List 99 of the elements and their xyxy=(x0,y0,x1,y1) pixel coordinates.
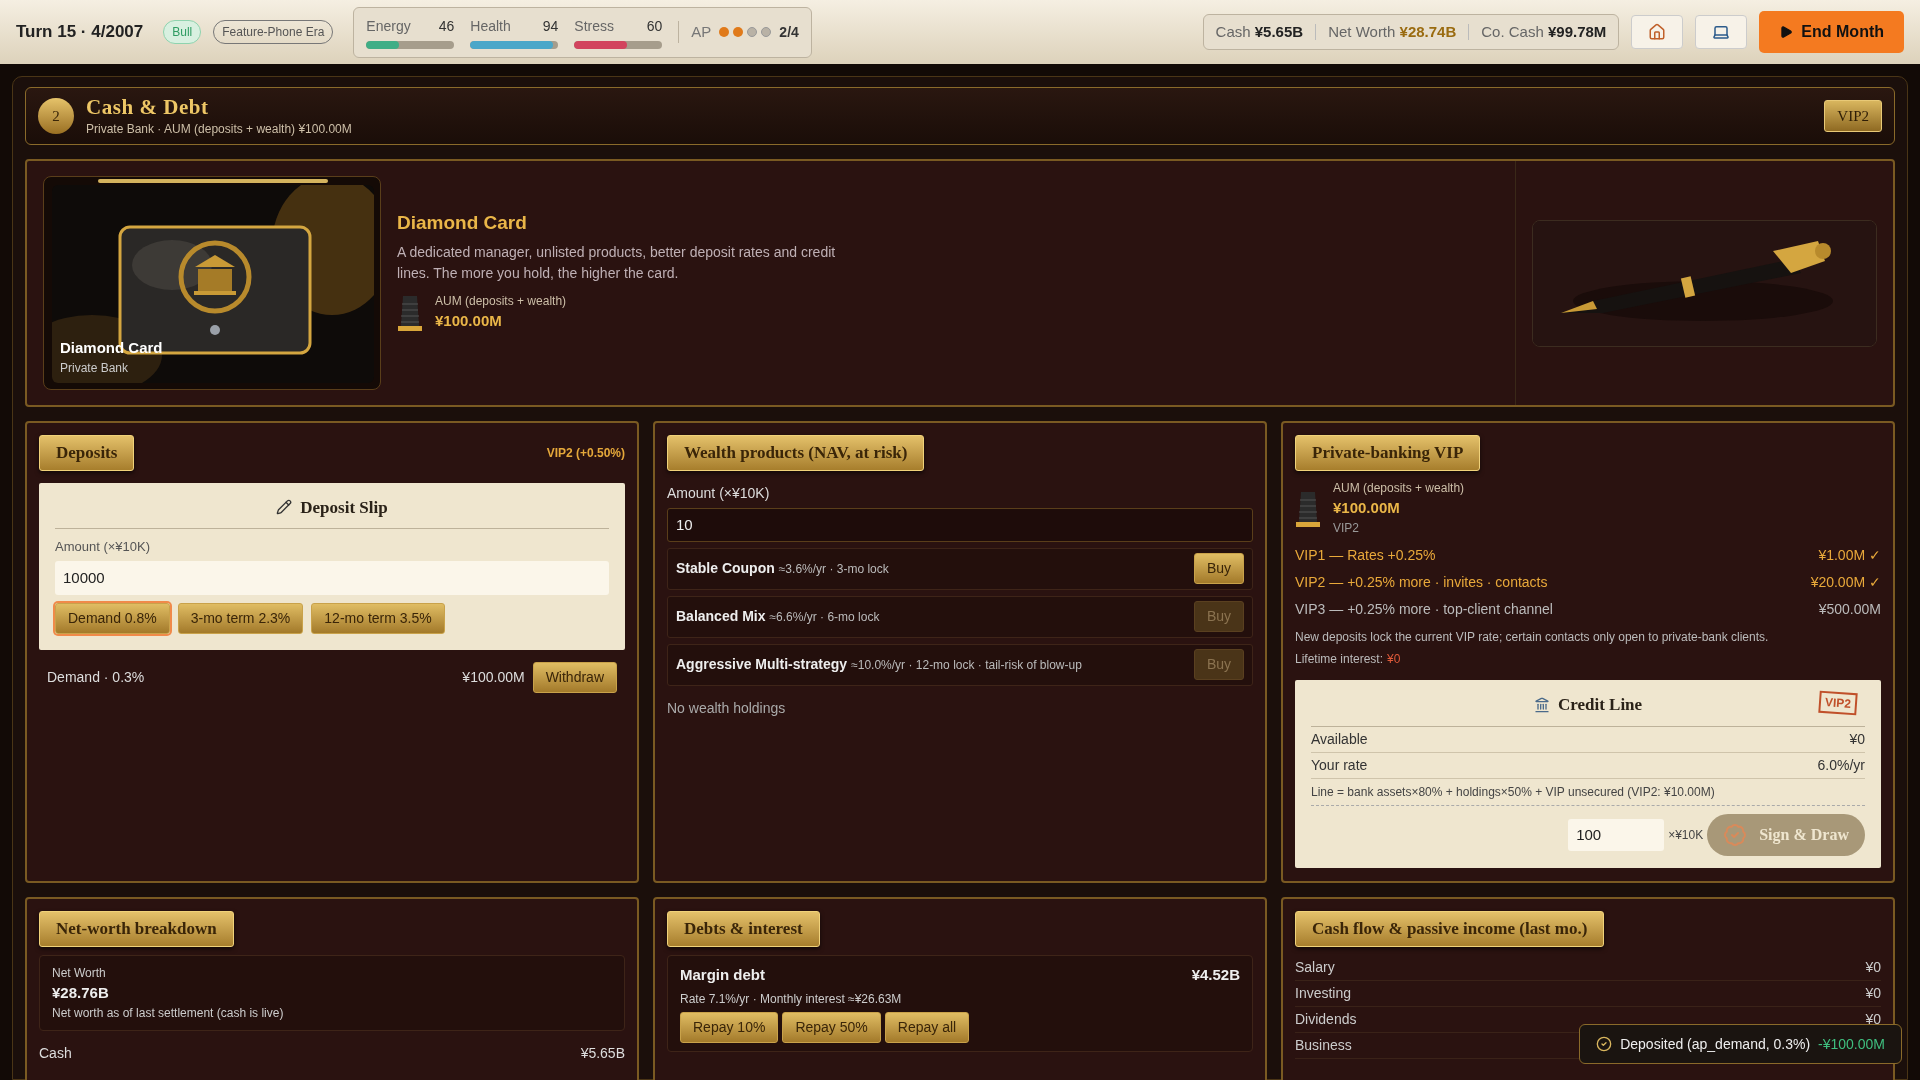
tier-label: VIP3 — +0.25% more · top-client channel xyxy=(1295,600,1553,619)
withdraw-button[interactable]: Withdraw xyxy=(532,661,617,693)
product-name: Balanced Mix xyxy=(676,607,766,626)
panel-title: Wealth products (NAV, at risk) xyxy=(667,435,925,471)
stat-label: Energy xyxy=(366,16,411,36)
finance-item: Net Worth ¥28.74B xyxy=(1328,21,1457,42)
product-name: Stable Coupon xyxy=(676,559,775,578)
aum-value: ¥100.00M xyxy=(1333,497,1401,518)
seal-icon xyxy=(1723,822,1748,847)
stat-value: 60 xyxy=(646,16,663,36)
row-label: Cash xyxy=(39,1044,72,1063)
card-title: Diamond Card xyxy=(60,337,163,358)
hero-title: Diamond Card xyxy=(397,211,528,235)
bank-icon xyxy=(1533,696,1550,713)
vip-stamp: VIP2 xyxy=(1818,690,1858,716)
repay-button[interactable]: Repay 50% xyxy=(782,1012,881,1043)
section-subtitle: Private Bank · AUM (deposits + wealth) ¥100.00M xyxy=(86,121,352,139)
lifetime-label: Lifetime interest: xyxy=(1295,651,1384,668)
tier-threshold: ¥1.00M ✓ xyxy=(1818,546,1881,565)
product-details: ≈10.0%/yr · 12-mo lock · tail-risk of blow-up xyxy=(851,656,1082,674)
laptop-icon xyxy=(1712,23,1731,41)
credit-title: Credit Line xyxy=(1557,694,1643,716)
finance-item: Co. Cash ¥99.78M xyxy=(1481,21,1607,42)
row-label: Dividends xyxy=(1295,1009,1357,1029)
deposit-option-button[interactable]: 3-mo term 2.3% xyxy=(177,602,304,634)
stat-value: 46 xyxy=(438,16,455,36)
row-value: ¥5.65B xyxy=(580,1044,625,1063)
tier-label: VIP1 — Rates +0.25% xyxy=(1295,546,1436,565)
tier-threshold: ¥500.00M xyxy=(1818,600,1881,619)
card-subtitle: Private Bank xyxy=(60,360,130,377)
repay-button[interactable]: Repay 10% xyxy=(680,1012,779,1043)
home-icon xyxy=(1648,23,1667,41)
ap-label: AP xyxy=(691,21,712,42)
turn-label: Turn 15 · 4/2007 xyxy=(16,21,144,44)
end-month-button[interactable]: End Month xyxy=(1759,11,1904,53)
finance-item: Cash ¥5.65B xyxy=(1215,21,1304,42)
row-value: ¥0 xyxy=(1865,983,1881,1003)
panel-title: Net-worth breakdown xyxy=(39,911,234,947)
slip-title: Deposit Slip xyxy=(300,496,388,519)
stat-value: 94 xyxy=(542,16,559,36)
row-label: Investing xyxy=(1295,983,1352,1003)
laptop-button[interactable] xyxy=(1695,15,1748,49)
section-number: 2 xyxy=(38,98,74,134)
row-value: ¥0 xyxy=(1865,1009,1881,1029)
panel-title: Deposits xyxy=(39,435,135,471)
holding-value: ¥100.00M xyxy=(462,667,525,687)
credit-value: ¥0 xyxy=(1849,729,1865,749)
debt-details: Rate 7.1%/yr · Monthly interest ≈¥26.63M xyxy=(680,991,903,1008)
row-label: Business xyxy=(1295,1035,1352,1055)
credit-label: Available xyxy=(1311,729,1368,749)
summary-label: Net Worth xyxy=(52,964,107,982)
amount-label: Amount (×¥10K) xyxy=(55,538,152,556)
vip-badge: VIP2 xyxy=(1824,99,1882,133)
credit-label: Your rate xyxy=(1311,755,1368,775)
section-title: Cash & Debt xyxy=(86,93,210,121)
aum-label: AUM (deposits + wealth) xyxy=(1333,479,1465,497)
tier-threshold: ¥20.00M ✓ xyxy=(1810,573,1881,592)
credit-formula: Line = bank assets×80% + holdings×50% + VIP unsecured (VIP2: ¥10.00M) xyxy=(1311,778,1865,806)
ap-count: 2/4 xyxy=(779,22,799,42)
product-name: Aggressive Multi-strategy xyxy=(676,655,848,674)
play-icon xyxy=(1779,25,1794,39)
product-details: ≈6.6%/yr · 6-mo lock xyxy=(769,608,880,626)
unit-label: ×¥10K xyxy=(1668,826,1704,844)
pencil-icon xyxy=(276,499,293,516)
deposit-option-button[interactable]: 12-mo term 3.5% xyxy=(311,602,445,634)
amount-field[interactable]: 10000 xyxy=(55,560,609,595)
tier-label: VIP2 — +0.25% more · invites · contacts xyxy=(1295,573,1548,592)
stat-label: Stress xyxy=(574,16,614,36)
aum-label: AUM (deposits + wealth) xyxy=(435,292,567,310)
product-details: ≈3.6%/yr · 3-mo lock xyxy=(778,560,889,578)
home-button[interactable] xyxy=(1631,15,1684,49)
summary-value: ¥28.76B xyxy=(52,982,110,1003)
hero-description: A dedicated manager, unlisted products, better deposit rates and credit lines. The more you hold, the higher the card. xyxy=(397,242,837,283)
credit-value: 6.0%/yr xyxy=(1817,755,1865,775)
stat-label: Health xyxy=(470,16,511,36)
amount-label: Amount (×¥10K) xyxy=(667,483,771,503)
vip-note: New deposits lock the current VIP rate; certain contacts only open to private-bank clients. xyxy=(1295,629,1770,646)
rate-label: VIP2 (+0.50%) xyxy=(546,444,625,462)
row-label: Salary xyxy=(1295,957,1335,977)
repay-button[interactable]: Repay all xyxy=(884,1012,970,1043)
deposit-option-button[interactable]: Demand 0.8% xyxy=(55,602,170,634)
buy-button[interactable]: Buy xyxy=(1193,553,1244,584)
amount-field[interactable]: 10 xyxy=(667,507,1253,542)
holding-label: Demand · 0.3% xyxy=(47,667,145,687)
debt-value: ¥4.52B xyxy=(1191,964,1240,985)
row-value: ¥0 xyxy=(1865,957,1881,977)
aum-value: ¥100.00M xyxy=(435,310,503,331)
check-icon xyxy=(1596,1036,1613,1052)
toast-message: Deposited (ap_demand, 0.3%) xyxy=(1620,1034,1811,1054)
toast-amount: -¥100.00M xyxy=(1818,1034,1885,1054)
panel-title: Cash flow & passive income (last mo.) xyxy=(1295,911,1605,947)
debt-name: Margin debt xyxy=(680,964,765,985)
summary-note: Net worth as of last settlement (cash is live) xyxy=(52,1005,285,1022)
panel-title: Debts & interest xyxy=(667,911,820,947)
lifetime-value: ¥0 xyxy=(1387,651,1401,668)
market-badge: Bull xyxy=(163,20,202,44)
panel-title: Private-banking VIP xyxy=(1295,435,1481,471)
vip-level: VIP2 xyxy=(1333,520,1360,537)
empty-message: No wealth holdings xyxy=(667,698,787,718)
